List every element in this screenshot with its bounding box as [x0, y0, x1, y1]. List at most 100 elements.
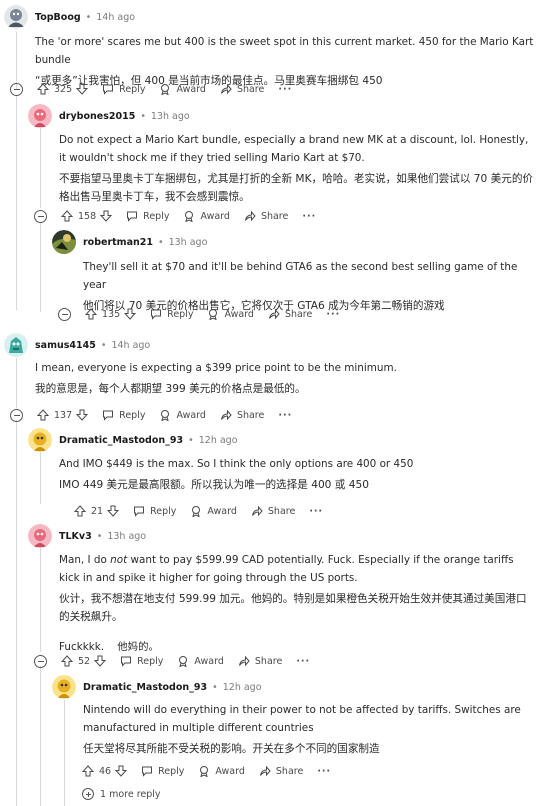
more-options-icon[interactable]: ···	[278, 84, 292, 95]
comment-meta: drybones2015 • 13h ago	[59, 111, 190, 122]
award-button[interactable]: Award	[207, 308, 254, 320]
downvote-icon[interactable]	[76, 83, 89, 95]
timestamp[interactable]: 12h ago	[199, 435, 238, 446]
avatar[interactable]	[4, 333, 28, 357]
more-replies-label: 1 more reply	[100, 788, 161, 800]
comment-text-part: want to pay $599.99 CAD potentially. Fuc…	[59, 554, 514, 584]
comment-translation: 伙计，我不想潜在地支付 599.99 加元。他妈的。特别是如果橙色关税开始生效并…	[59, 593, 527, 623]
share-button[interactable]: Share	[238, 655, 282, 667]
upvote-icon[interactable]	[74, 505, 86, 517]
award-label: Award	[194, 655, 224, 667]
share-label: Share	[284, 308, 313, 320]
more-options-icon[interactable]: ···	[278, 410, 292, 421]
separator-dot: •	[157, 237, 164, 248]
upvote-icon[interactable]	[85, 308, 97, 320]
reply-label: Reply	[143, 210, 170, 222]
reply-button[interactable]: Reply	[150, 308, 193, 320]
reply-button[interactable]: Reply	[102, 409, 145, 421]
upvote-icon[interactable]	[37, 409, 49, 421]
vote-count: 137	[54, 409, 73, 421]
reply-icon	[126, 210, 138, 222]
timestamp[interactable]: 13h ago	[151, 111, 190, 122]
collapse-thread-button[interactable]	[10, 82, 23, 96]
downvote-icon[interactable]	[100, 210, 113, 222]
reply-button[interactable]: Reply	[141, 765, 184, 777]
share-button[interactable]: Share	[244, 210, 288, 222]
share-button[interactable]: Share	[220, 83, 264, 95]
collapse-thread-button[interactable]	[34, 654, 47, 668]
reply-button[interactable]: Reply	[133, 505, 176, 517]
comment-actions: 325 Reply Award Share ···	[10, 81, 292, 97]
username[interactable]: Dramatic_Mastodon_93	[83, 682, 207, 693]
downvote-icon[interactable]	[94, 655, 107, 667]
comment-meta: Dramatic_Mastodon_93 • 12h ago	[59, 435, 238, 446]
downvote-icon[interactable]	[107, 505, 120, 517]
reply-label: Reply	[137, 655, 164, 667]
upvote-icon[interactable]	[82, 765, 94, 777]
downvote-icon[interactable]	[76, 409, 89, 421]
comment-actions: 158 Reply Award Share ···	[34, 208, 316, 224]
comment-actions: 137 Reply Award Share ···	[10, 407, 292, 423]
award-label: Award	[207, 505, 237, 517]
avatar[interactable]	[4, 5, 28, 29]
share-label: Share	[254, 655, 283, 667]
comment-meta: TopBoog • 14h ago	[35, 12, 135, 23]
comment-text-emphasis: not	[110, 554, 128, 566]
award-button[interactable]: Award	[190, 505, 237, 517]
more-options-icon[interactable]: ···	[309, 506, 323, 517]
award-button[interactable]: Award	[198, 765, 245, 777]
share-button[interactable]: Share	[268, 308, 312, 320]
avatar[interactable]	[28, 428, 52, 452]
comment-translation: 任天堂将尽其所能不受关税的影响。开关在多个不同的国家制造	[83, 743, 380, 755]
username[interactable]: TLKv3	[59, 531, 92, 542]
award-button[interactable]: Award	[159, 83, 206, 95]
upvote-icon[interactable]	[61, 655, 73, 667]
more-options-icon[interactable]: ···	[326, 309, 340, 320]
thread-line	[16, 420, 17, 806]
share-icon	[259, 765, 271, 777]
username[interactable]: samus4145	[35, 340, 96, 351]
avatar[interactable]	[28, 524, 52, 548]
more-replies-button[interactable]: 1 more reply	[82, 788, 161, 800]
timestamp[interactable]: 13h ago	[107, 531, 146, 542]
share-button[interactable]: Share	[251, 505, 295, 517]
award-button[interactable]: Award	[183, 210, 230, 222]
more-options-icon[interactable]: ···	[302, 211, 316, 222]
upvote-icon[interactable]	[37, 83, 49, 95]
award-button[interactable]: Award	[177, 655, 224, 667]
reply-icon	[141, 765, 153, 777]
more-options-icon[interactable]: ···	[296, 656, 310, 667]
timestamp[interactable]: 14h ago	[96, 12, 135, 23]
thread-line	[64, 700, 65, 806]
reply-icon	[102, 83, 114, 95]
comment-body: Nintendo will do everything in their pow…	[83, 701, 538, 761]
username[interactable]: drybones2015	[59, 111, 135, 122]
downvote-icon[interactable]	[124, 308, 137, 320]
comment-actions: 46 Reply Award Share ···	[82, 763, 331, 779]
timestamp[interactable]: 12h ago	[223, 682, 262, 693]
avatar[interactable]	[28, 104, 52, 128]
reply-button[interactable]: Reply	[102, 83, 145, 95]
collapse-thread-button[interactable]	[34, 209, 47, 223]
reply-button[interactable]: Reply	[120, 655, 163, 667]
upvote-icon[interactable]	[61, 210, 73, 222]
share-button[interactable]: Share	[220, 409, 264, 421]
avatar[interactable]	[52, 675, 76, 699]
reply-icon	[102, 409, 114, 421]
timestamp[interactable]: 13h ago	[169, 237, 208, 248]
downvote-icon[interactable]	[115, 765, 128, 777]
award-button[interactable]: Award	[159, 409, 206, 421]
more-options-icon[interactable]: ···	[317, 766, 331, 777]
award-label: Award	[224, 308, 254, 320]
comment-meta: samus4145 • 14h ago	[35, 340, 150, 351]
collapse-thread-button[interactable]	[10, 408, 23, 422]
timestamp[interactable]: 14h ago	[111, 340, 150, 351]
share-button[interactable]: Share	[259, 765, 303, 777]
collapse-thread-button[interactable]	[58, 307, 71, 321]
award-icon	[207, 308, 219, 320]
username[interactable]: robertman21	[83, 237, 153, 248]
avatar[interactable]	[52, 230, 76, 254]
username[interactable]: Dramatic_Mastodon_93	[59, 435, 183, 446]
reply-button[interactable]: Reply	[126, 210, 169, 222]
username[interactable]: TopBoog	[35, 12, 81, 23]
